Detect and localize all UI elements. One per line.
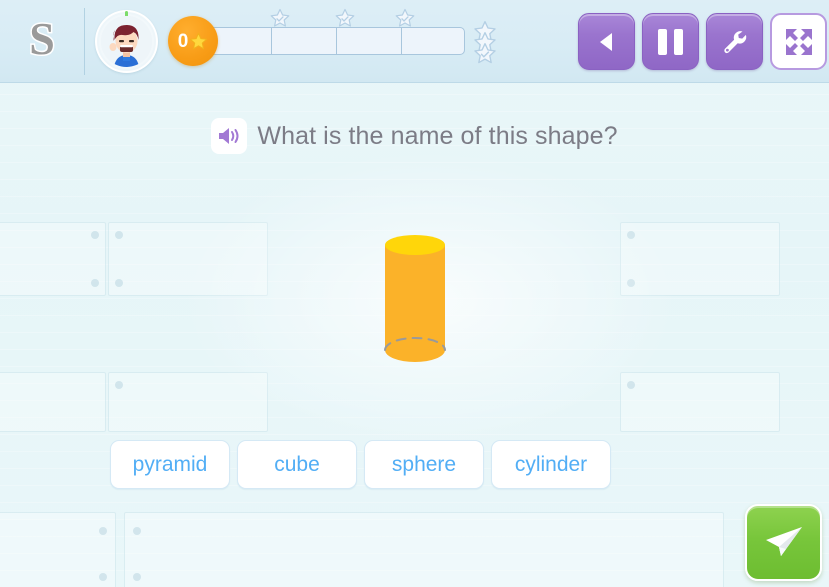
avatar-portrait: [101, 16, 152, 67]
score-value: 0: [177, 30, 189, 52]
pause-icon: [658, 28, 683, 55]
question-text: What is the name of this shape?: [257, 121, 618, 150]
answer-options: pyramid cube sphere cylinder: [110, 440, 611, 489]
star-reward-stack: [472, 20, 498, 66]
submit-button[interactable]: [745, 504, 822, 581]
answer-label: pyramid: [132, 452, 208, 476]
answer-option-pyramid[interactable]: pyramid: [110, 440, 230, 489]
shape-display-area: [0, 225, 829, 385]
wrench-icon: [723, 30, 746, 53]
answer-option-cylinder[interactable]: cylinder: [491, 440, 611, 489]
answer-label: cylinder: [514, 452, 588, 476]
game-stage: S 0 What is the name of this shape? pyra…: [0, 0, 829, 587]
background-panel: [124, 512, 724, 587]
splash-s-logo: S: [11, 10, 73, 72]
settings-button[interactable]: [706, 13, 763, 70]
paper-plane-icon: [765, 526, 802, 556]
background-panel: [0, 512, 116, 587]
game-header: S 0: [0, 0, 829, 83]
answer-label: cube: [274, 452, 320, 476]
pause-button[interactable]: [642, 13, 699, 70]
answer-option-cube[interactable]: cube: [237, 440, 357, 489]
header-divider: [84, 8, 85, 75]
speaker-icon: [219, 128, 239, 144]
answer-label: sphere: [391, 452, 457, 476]
cylinder-shape: [383, 235, 446, 362]
svg-text:S: S: [29, 14, 55, 64]
back-button[interactable]: [578, 13, 635, 70]
question-row: What is the name of this shape?: [0, 118, 829, 154]
fullscreen-button[interactable]: [770, 13, 827, 70]
avatar[interactable]: [95, 10, 158, 73]
reward-star-icon: [474, 43, 496, 64]
fullscreen-icon: [785, 28, 812, 55]
milestone-star-icon: [270, 8, 290, 27]
star-icon: [190, 32, 208, 49]
back-arrow-icon: [599, 32, 612, 51]
milestone-star-icon: [395, 8, 415, 27]
milestone-star-icon: [335, 8, 355, 27]
speaker-button[interactable]: [211, 118, 248, 154]
progress-bar: [205, 27, 465, 55]
answer-option-sphere[interactable]: sphere: [364, 440, 484, 489]
score-badge: 0: [168, 16, 218, 66]
